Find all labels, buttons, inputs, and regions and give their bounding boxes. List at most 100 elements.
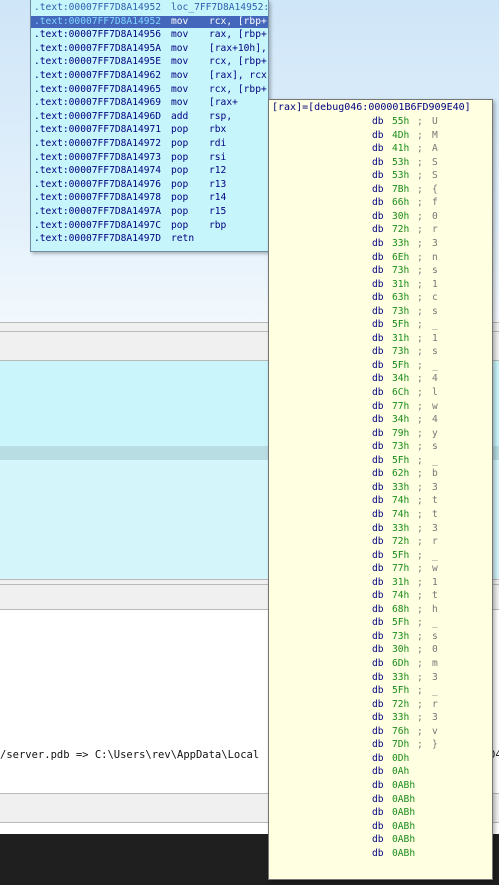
memory-comment-marker: ; [417,278,423,290]
disasm-address: .text:00007FF7D8A14965 [34,83,162,95]
memory-byte-row: db 33h; 3 [269,238,492,250]
disasm-label-line[interactable]: .text:00007FF7D8A14952 loc_7FF7D8A14952: [31,2,268,14]
memory-directive: db [372,522,384,534]
memory-byte-row: db 62h; b [269,468,492,480]
disasm-line[interactable]: .text:00007FF7D8A1495Emovrcx, [rbp+40h+v… [31,56,268,68]
disasm-mnemonic: pop [171,151,189,163]
memory-byte-value: 73h [392,630,410,642]
disasm-operands: rcx, [rbp+ [209,56,267,68]
memory-byte-row: db 5Fh; _ [269,455,492,467]
memory-byte-row: db 34h; 4 [269,373,492,385]
disasm-address: .text:00007FF7D8A14971 [34,124,162,136]
disasm-line[interactable]: .text:00007FF7D8A14974 pop r12 [31,165,268,177]
disasm-line[interactable]: .text:00007FF7D8A1497A pop r15 [31,206,268,218]
memory-char: _ [432,617,438,629]
memory-comment-marker: ; [417,644,423,656]
memory-byte-value: 31h [392,278,410,290]
memory-comment-marker: ; [417,685,423,697]
memory-char: t [432,508,438,520]
disasm-line[interactable]: .text:00007FF7D8A14965movrcx, [rbp+40h+v… [31,84,268,96]
memory-byte-row: db 63h; c [269,292,492,304]
memory-hint-popup: [rax]=[debug046:000001B6FD909E40] db 55h;… [268,99,493,880]
memory-char: 1 [432,278,438,290]
memory-comment-marker: ; [417,387,423,398]
memory-directive: db [372,210,384,222]
disasm-line[interactable]: .text:00007FF7D8A1497D retn [31,233,268,245]
memory-byte-value: 34h [392,373,410,385]
memory-byte-row: db 4Dh; M [269,130,492,142]
memory-directive: db [372,183,384,195]
memory-char: 1 [432,576,438,588]
memory-char: 3 [432,671,438,683]
memory-directive: db [372,671,384,683]
disasm-operands: rsi [209,151,227,163]
disassembly-hint-window: .text:00007FF7D8A14952 loc_7FF7D8A14952:.… [30,0,269,252]
memory-byte-value: 63h [392,292,410,304]
memory-directive: db [372,576,384,588]
disasm-line[interactable]: .text:00007FF7D8A14969 mov [rax+ [31,97,268,109]
disasm-label: loc_7FF7D8A14952: [171,2,269,13]
memory-byte-value: 73h [392,441,410,453]
memory-char: U [432,116,438,127]
memory-comment-marker: ; [417,183,423,195]
memory-byte-row: db 7Dh;} [269,739,492,751]
memory-comment-marker: ; [417,481,423,493]
memory-byte-value: 0Ah [392,766,410,778]
disasm-line[interactable]: .text:00007FF7D8A1495A mov [rax+10h], rcx [31,43,268,55]
memory-directive: db [372,725,384,737]
disasm-mnemonic: add [171,110,189,122]
memory-comment-marker: ; [417,725,423,737]
memory-comment-marker: ; [417,251,423,263]
memory-byte-value: 77h [392,563,410,575]
memory-byte-row: db 0Ah [269,766,492,778]
disasm-line[interactable]: .text:00007FF7D8A1496D add rsp, [31,111,268,123]
memory-directive: db [372,251,384,263]
disasm-line[interactable]: .text:00007FF7D8A14952movrcx, [rbp+40h+v… [31,15,268,28]
disasm-address: .text:00007FF7D8A14973 [34,151,162,163]
memory-char: w [432,563,438,575]
memory-byte-value: 0ABh [392,793,416,805]
disasm-operands: r15 [209,206,227,217]
memory-directive: db [372,536,384,548]
memory-byte-row: db 0ABh [269,848,492,860]
memory-directive: db [372,414,384,426]
memory-byte-value: 6Eh [392,251,410,263]
memory-comment-marker: ; [417,536,423,548]
disasm-line[interactable]: .text:00007FF7D8A14976 pop r13 [31,179,268,191]
memory-directive: db [372,387,384,398]
memory-byte-value: 31h [392,332,410,344]
disasm-line[interactable]: .text:00007FF7D8A14972 pop rdi [31,138,268,150]
disasm-operands: r13 [209,178,227,190]
memory-comment-marker: ; [417,522,423,534]
memory-directive: db [372,698,384,710]
disasm-address: .text:00007FF7D8A14952 [34,2,162,13]
memory-comment-marker: ; [417,549,423,561]
memory-directive: db [372,359,384,371]
disasm-operands: rax, [rbp+ [209,29,267,41]
memory-comment-marker: ; [417,712,423,724]
memory-char: m [432,658,438,669]
disasm-line[interactable]: .text:00007FF7D8A1497C pop rbp [31,220,268,232]
disasm-line[interactable]: .text:00007FF7D8A14971 pop rbx [31,124,268,136]
disasm-line[interactable]: .text:00007FF7D8A14978 pop r14 [31,192,268,204]
memory-directive: db [372,766,384,778]
memory-directive: db [372,793,384,805]
memory-byte-row: db 73h; s [269,346,492,358]
disasm-address: .text:00007FF7D8A14969 [34,97,162,109]
memory-directive: db [372,441,384,453]
disasm-mnemonic: pop [171,138,189,149]
memory-directive: db [372,508,384,520]
memory-byte-row: db 5Fh; _ [269,319,492,331]
disasm-line[interactable]: .text:00007FF7D8A14962 mov [rax], rcx [31,70,268,82]
memory-byte-row: db 30h; 0 [269,211,492,223]
memory-byte-value: 33h [392,671,410,683]
memory-directive: db [372,305,384,317]
memory-byte-value: 31h [392,576,410,588]
memory-byte-row: db 34h; 4 [269,414,492,426]
memory-directive: db [372,617,384,629]
memory-char: h [432,603,438,615]
disasm-operands: r14 [209,192,227,204]
disasm-line[interactable]: .text:00007FF7D8A14956movrax, [rbp+40h+v… [31,29,268,41]
disasm-line[interactable]: .text:00007FF7D8A14973 pop rsi [31,152,268,164]
memory-byte-row: db 73h; s [269,631,492,643]
